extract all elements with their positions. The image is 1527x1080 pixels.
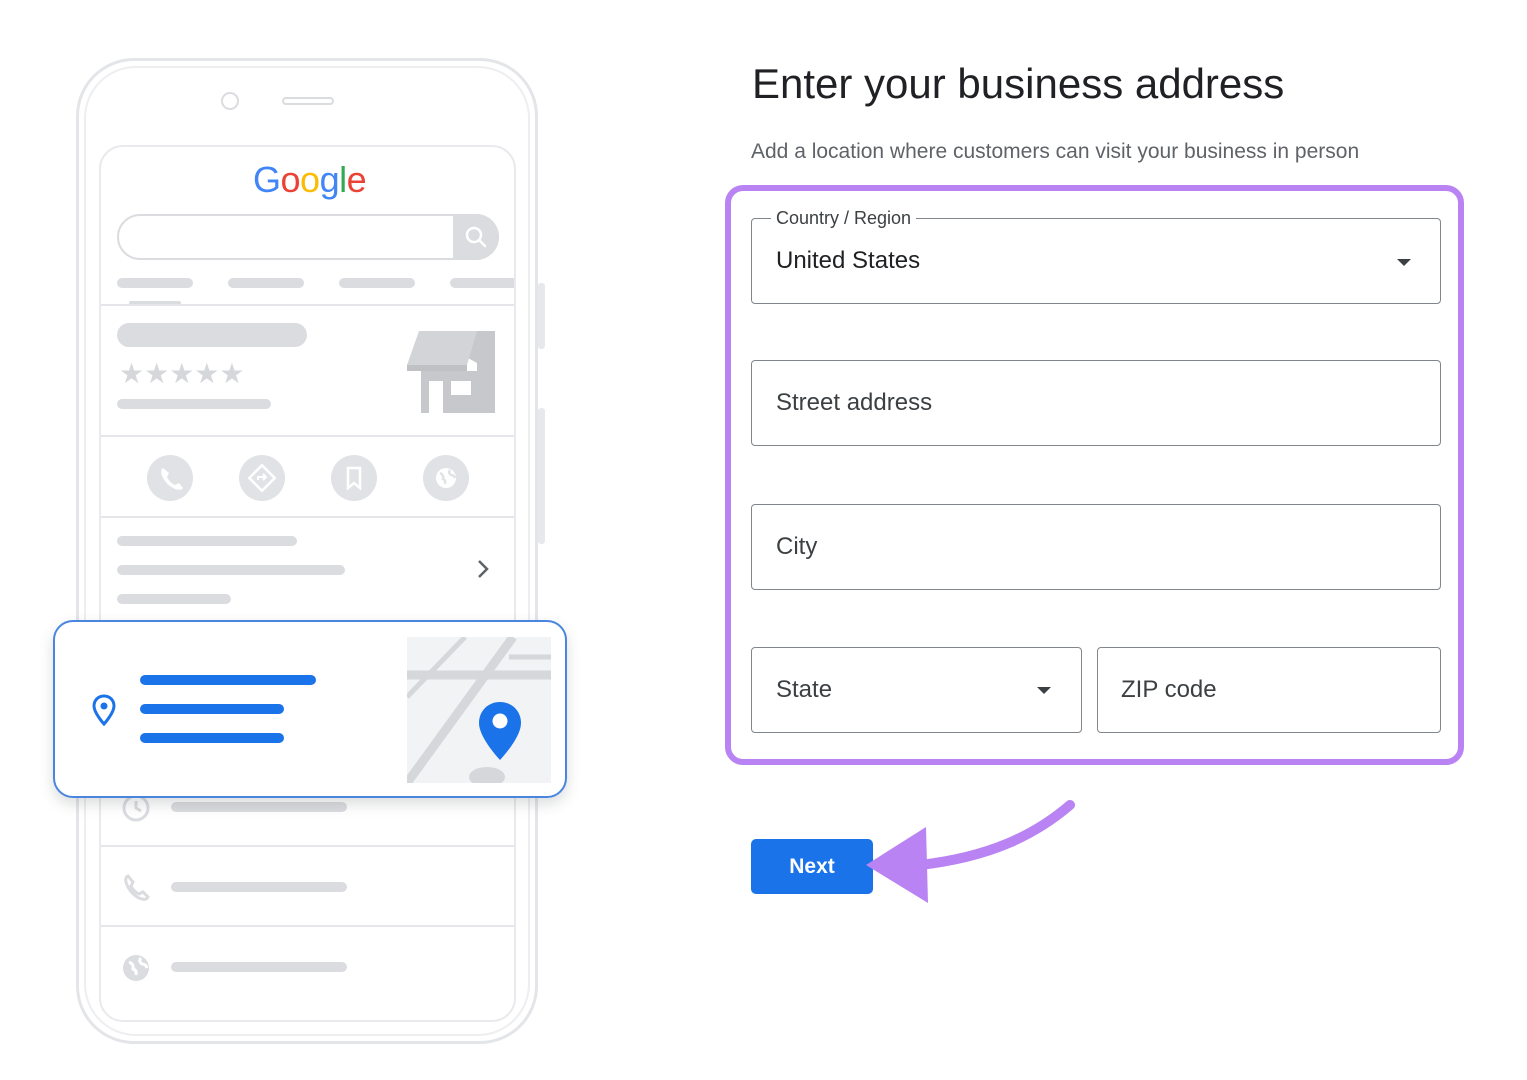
phone-icon (147, 455, 193, 501)
divider (101, 516, 514, 518)
address-line (140, 675, 316, 685)
country-region-select[interactable]: Country / Region United States (751, 208, 1441, 304)
google-logo-letter: g (319, 159, 340, 200)
business-name-placeholder (117, 323, 307, 347)
search-bar (117, 214, 499, 260)
tab-placeholder (339, 278, 415, 288)
address-line (140, 704, 284, 714)
city-placeholder: City (776, 533, 818, 560)
arrow-annotation (866, 800, 1075, 903)
phone-side-button (538, 283, 545, 349)
street-address-placeholder: Street address (776, 389, 933, 416)
google-logo-text: Google (253, 159, 367, 200)
page-title: Enter your business address (752, 60, 1285, 107)
google-logo-letter: o (300, 159, 320, 200)
address-line (140, 733, 284, 743)
map-pin-icon (477, 700, 523, 769)
page-subtitle: Add a location where customers can visit… (751, 140, 1360, 163)
chevron-right-icon (475, 557, 491, 586)
address-card (53, 620, 567, 798)
divider (101, 435, 514, 437)
phone-camera (221, 92, 239, 110)
city-field[interactable]: City (751, 504, 1441, 590)
search-icon (453, 214, 499, 260)
chevron-down-icon[interactable] (1037, 687, 1051, 694)
tab-placeholder (450, 278, 514, 288)
phone-speaker (282, 97, 334, 105)
text-placeholder (117, 399, 271, 409)
google-logo: Google (253, 159, 367, 201)
location-pin-icon (91, 694, 117, 731)
state-placeholder: State (776, 676, 833, 703)
country-region-value: United States (776, 247, 921, 274)
country-region-label: Country / Region (771, 208, 917, 229)
text-placeholder (171, 802, 347, 812)
divider (101, 845, 514, 847)
text-placeholder (117, 536, 297, 546)
state-select[interactable]: State (751, 647, 1082, 733)
globe-icon (121, 953, 151, 988)
divider (101, 304, 514, 306)
google-logo-letter: l (339, 159, 347, 200)
storefront-icon (405, 327, 497, 422)
text-placeholder (171, 962, 347, 972)
street-address-field[interactable]: Street address (751, 360, 1441, 446)
google-logo-letter: G (253, 159, 281, 200)
tab-placeholder (228, 278, 304, 288)
bookmark-icon (331, 455, 377, 501)
next-button[interactable]: Next (751, 839, 873, 894)
text-placeholder (117, 565, 345, 575)
clock-icon (121, 793, 151, 828)
directions-icon (239, 455, 285, 501)
phone-icon (121, 872, 151, 907)
text-placeholder (117, 594, 231, 604)
zip-code-field[interactable]: ZIP code (1097, 647, 1441, 733)
chevron-down-icon[interactable] (1397, 259, 1411, 266)
text-placeholder (171, 882, 347, 892)
globe-icon (423, 455, 469, 501)
phone-screen: Google ★★★★★ (99, 145, 516, 1022)
phone-side-button (538, 408, 545, 544)
google-logo-letter: o (280, 159, 301, 200)
google-logo-letter: e (346, 159, 367, 200)
rating-stars: ★★★★★ (119, 358, 245, 389)
zip-code-placeholder: ZIP code (1121, 676, 1217, 703)
tab-placeholder (117, 278, 193, 288)
divider (101, 925, 514, 927)
